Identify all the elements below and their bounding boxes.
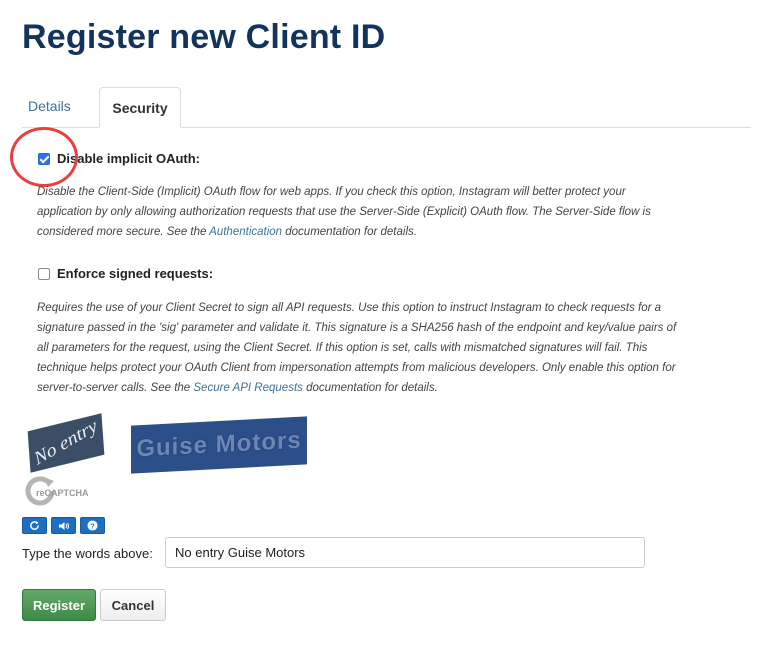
- tab-details[interactable]: Details: [28, 98, 71, 114]
- help-icon: ?: [87, 520, 98, 531]
- enforce-signed-requests-help: Requires the use of your Client Secret t…: [37, 302, 677, 394]
- register-button[interactable]: Register: [22, 589, 96, 621]
- tab-security[interactable]: Security: [99, 87, 181, 128]
- enforce-signed-requests-label: Enforce signed requests:: [57, 266, 214, 281]
- page-title: Register new Client ID: [22, 18, 386, 56]
- authentication-link[interactable]: Authentication: [209, 226, 282, 238]
- disable-implicit-oauth-help: Disable the Client-Side (Implicit) OAuth…: [37, 186, 651, 238]
- captcha-image-word2: Guise Motors: [131, 416, 307, 474]
- captcha-prompt-label: Type the words above:: [22, 546, 153, 561]
- captcha-help-button[interactable]: ?: [80, 517, 105, 534]
- recaptcha-logo-text: reCAPTCHA: [36, 488, 89, 498]
- annotation-circle: [10, 127, 78, 187]
- enforce-signed-requests-checkbox[interactable]: [38, 268, 50, 280]
- secure-api-requests-link[interactable]: Secure API Requests: [193, 382, 303, 394]
- cancel-button[interactable]: Cancel: [100, 589, 166, 621]
- captcha-refresh-button[interactable]: [22, 517, 47, 534]
- audio-icon: [58, 521, 69, 530]
- refresh-icon: [30, 520, 39, 530]
- captcha-image-word1: No entry: [27, 413, 105, 473]
- captcha-audio-button[interactable]: [51, 517, 76, 534]
- svg-text:?: ?: [90, 521, 95, 530]
- captcha-response-input[interactable]: [165, 537, 645, 568]
- disable-implicit-oauth-label: Disable implicit OAuth:: [57, 151, 201, 166]
